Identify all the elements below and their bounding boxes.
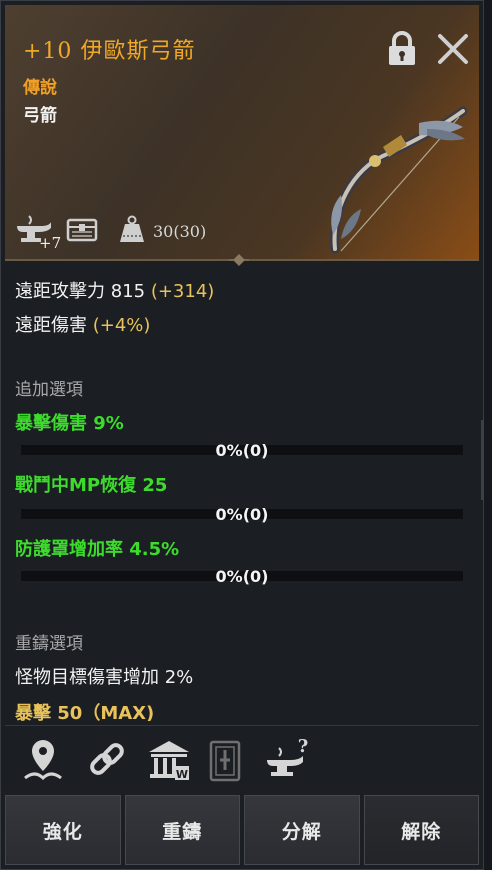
enchant-badge: +7 [39,234,62,252]
link-icon[interactable] [85,736,133,784]
item-grade: 傳說 [23,78,57,98]
card-icon[interactable] [205,736,253,784]
ranged-attack-bonus: (+314) [150,281,215,302]
release-button[interactable]: 解除 [363,795,479,865]
ranged-damage-label: 遠距傷害 [15,315,87,336]
anvil-icon[interactable]: +7 [13,214,61,252]
option-progress-text: 0%(0) [215,567,269,586]
item-stats-body: 遠距攻擊力 815 (+314) 遠距傷害 (+4%) 追加選項 暴擊傷害 9%… [5,263,479,721]
action-icon-row: W ? [5,725,479,792]
reforge-options-header: 重鑄選項 [15,634,83,654]
lock-icon[interactable] [385,31,419,67]
item-name: 伊歐斯弓箭 [80,39,196,64]
bow-image [323,99,475,259]
reforge-option-line: 暴擊 50（MAX) [15,703,155,721]
option-progress-text: 0%(0) [215,441,269,460]
weight-icon [117,214,151,248]
option-label: 戰鬥中MP恢復 25 [15,475,168,496]
ranged-damage-line: 遠距傷害 (+4%) [15,311,150,337]
svg-text:W: W [176,768,188,781]
additional-options-header: 追加選項 [15,380,83,400]
ranged-attack-line: 遠距攻擊力 815 (+314) [15,277,214,303]
option-label: 暴擊傷害 9% [15,413,124,434]
enhance-level: +10 [23,39,73,64]
option-progress-text: 0%(0) [215,505,269,524]
item-header: +10 伊歐斯弓箭 傳說 弓箭 +7 30(30) [5,5,479,261]
close-icon[interactable] [435,31,471,67]
chest-icon[interactable] [65,214,109,248]
item-tooltip-panel: +10 伊歐斯弓箭 傳說 弓箭 +7 30(30) 遠距攻擊力 815 (+31… [0,0,484,870]
ranged-attack-label: 遠距攻擊力 815 [15,281,146,302]
warehouse-icon[interactable]: W [145,736,193,784]
option-label: 防護罩增加率 4.5% [15,539,180,560]
anvil-help-icon[interactable]: ? [263,736,311,784]
item-title: +10 伊歐斯弓箭 [23,33,195,65]
item-type: 弓箭 [23,106,57,126]
enhance-button[interactable]: 強化 [5,795,121,865]
action-button-row: 強化 重鑄 分解 解除 [5,795,479,867]
reforge-option-line: 怪物目標傷害增加 2% [15,667,194,688]
reforge-button[interactable]: 重鑄 [124,795,240,865]
svg-text:?: ? [298,736,309,757]
scrollbar[interactable] [481,420,484,500]
item-attribute-icons: +7 30(30) [13,213,207,252]
ranged-damage-bonus: (+4%) [92,315,151,336]
decompose-button[interactable]: 分解 [244,795,360,865]
weight-value: 30(30) [153,221,207,241]
location-pin-icon[interactable] [21,736,69,784]
